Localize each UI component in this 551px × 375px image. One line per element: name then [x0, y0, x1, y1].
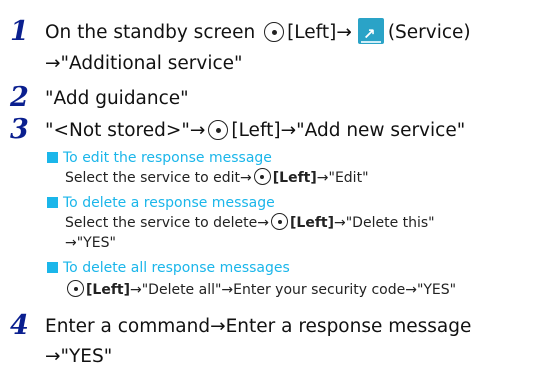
step-1-line-2: →"Additional service" [45, 53, 243, 74]
subheading-edit: To edit the response message [47, 148, 272, 168]
key-label: [Left] [290, 215, 335, 231]
sub-instruction-delete-one: Select the service to delete→ [Left]→"Del… [65, 213, 435, 233]
bullet-square-icon [47, 262, 58, 273]
instruction-text: →"Delete all"→Enter your security code→"… [130, 282, 457, 298]
center-select-key-icon [67, 280, 84, 297]
sub-instruction-delete-one-line-2: →"YES" [65, 235, 116, 251]
sub-instruction-delete-all: [Left]→"Delete all"→Enter your security … [65, 280, 456, 300]
step-number: 4 [10, 310, 29, 341]
step-number: 2 [10, 82, 29, 113]
instruction-text: Select the service to edit→ [65, 170, 252, 186]
subheading-text: To delete all response messages [63, 260, 290, 276]
sub-instruction-edit: Select the service to edit→ [Left]→"Edit" [65, 168, 369, 188]
service-menu-icon: ↗ [357, 18, 384, 44]
service-label: (Service) [387, 22, 471, 43]
arrow: → [336, 22, 352, 43]
subheading-text: To delete a response message [63, 195, 275, 211]
step-3-line: "<Not stored>"→ [Left]→"Add new service" [45, 115, 545, 146]
step-number: 1 [10, 16, 29, 47]
step-2-text: "Add guidance" [45, 88, 189, 109]
step-text: →"Add new service" [280, 120, 466, 141]
step-text: On the standby screen [45, 22, 256, 43]
instruction-text: →"Edit" [316, 170, 369, 186]
subheading-delete-one: To delete a response message [47, 193, 275, 213]
key-label: [Left] [287, 22, 337, 43]
instruction-text: →"Delete this" [334, 215, 435, 231]
bullet-square-icon [47, 197, 58, 208]
bullet-square-icon [47, 152, 58, 163]
step-text: "<Not stored>"→ [45, 120, 206, 141]
center-select-key-icon [271, 213, 289, 230]
center-select-key-icon [208, 120, 229, 140]
step-4-line-2: →"YES" [45, 346, 113, 367]
key-label: [Left] [86, 282, 130, 298]
step-1-line-1: On the standby screen [Left]→ ↗ (Service) [45, 17, 545, 48]
step-4-line-1: Enter a command→Enter a response message [45, 316, 472, 337]
center-select-key-icon [253, 168, 271, 185]
key-label: [Left] [231, 120, 281, 141]
subheading-delete-all: To delete all response messages [47, 258, 290, 278]
key-label: [Left] [272, 170, 317, 186]
instruction-text: Select the service to delete→ [65, 215, 270, 231]
subheading-text: To edit the response message [63, 150, 272, 166]
center-select-key-icon [264, 22, 285, 42]
step-number: 3 [10, 114, 29, 145]
